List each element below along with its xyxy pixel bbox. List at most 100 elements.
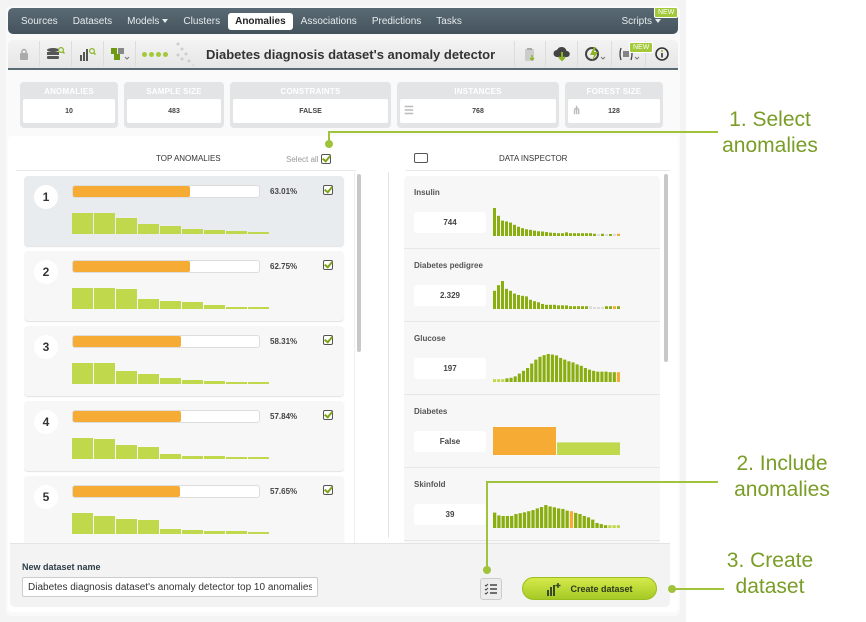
cloud-download-icon[interactable] [546, 41, 578, 67]
anomaly-score-bar [72, 260, 260, 273]
nav-clusters[interactable]: Clusters [176, 13, 227, 30]
importance-bar [160, 378, 181, 384]
histogram-bar [497, 379, 501, 382]
clipboard-download-icon[interactable] [514, 41, 546, 67]
histogram-bar [529, 229, 532, 236]
histogram-bar [541, 231, 544, 236]
anomaly-card[interactable]: 3 58.31% [24, 326, 344, 396]
histogram-bar [609, 306, 612, 309]
anomaly-card[interactable]: 2 62.75% [24, 251, 344, 321]
importance-bar [248, 532, 269, 534]
anomaly-feature-importance [72, 287, 269, 309]
anomaly-score-label: 57.84% [270, 412, 298, 421]
anomaly-card[interactable]: 4 57.84% [24, 401, 344, 471]
annotation-text: anomalies [722, 134, 818, 157]
inspector-field: Skinfold 39 [404, 468, 660, 541]
histogram-bar [593, 307, 596, 309]
importance-bar [204, 230, 225, 234]
new-badge: NEW [629, 42, 654, 53]
dataset-search-icon[interactable] [40, 41, 72, 67]
histogram-bar [557, 305, 560, 309]
stat-value: 483 [127, 99, 221, 123]
importance-bar [248, 232, 269, 234]
histogram-bar [545, 232, 548, 236]
importance-bar [116, 519, 137, 534]
inspector-list-icon[interactable] [414, 153, 428, 163]
data-inspector-header: DATA INSPECTOR [499, 154, 568, 163]
nav-models[interactable]: Models [120, 13, 175, 30]
importance-bar [72, 438, 93, 459]
importance-bar [160, 300, 181, 309]
annotation-step-1: 1. Select anomalies [700, 107, 840, 159]
importance-bar [248, 457, 269, 459]
anomaly-checkbox[interactable] [323, 410, 333, 420]
checklist-icon [484, 583, 497, 595]
lock-icon[interactable] [8, 41, 40, 67]
field-value: False [414, 431, 486, 452]
histogram-bar [612, 372, 616, 382]
select-all-checkbox[interactable] [321, 154, 332, 164]
anomaly-score-label: 62.75% [270, 262, 298, 271]
histogram-bar [538, 356, 542, 382]
histogram-bar [513, 376, 517, 382]
nav-sources[interactable]: Sources [14, 13, 65, 30]
histogram-bar [565, 232, 568, 236]
stat-constraints: CONSTRAINTS FALSE [230, 82, 391, 128]
histogram-bar [533, 301, 536, 309]
inspector-scrollbar[interactable] [664, 174, 668, 362]
anomaly-checkbox[interactable] [323, 485, 333, 495]
nav-datasets[interactable]: Datasets [66, 13, 119, 30]
histogram-bar [529, 299, 532, 309]
field-value: 744 [414, 212, 486, 233]
annotation-text: anomalies [734, 478, 830, 501]
importance-bar [94, 213, 115, 234]
anomaly-checkbox[interactable] [323, 260, 333, 270]
importance-bar [182, 301, 203, 309]
create-dataset-label: Create dataset [570, 583, 633, 594]
histogram-bar [577, 233, 580, 236]
create-dataset-bar: New dataset name Create dataset [10, 543, 670, 607]
nav-tasks[interactable]: Tasks [429, 13, 469, 30]
histogram-bar [537, 302, 540, 309]
histogram-bar [571, 362, 575, 382]
histogram-bar [613, 233, 616, 236]
histogram-bar [589, 306, 592, 309]
importance-bar [204, 530, 225, 534]
histogram-bar [537, 231, 540, 236]
histogram-bar [521, 295, 524, 309]
histogram-bar [573, 306, 576, 309]
nav-associations[interactable]: Associations [294, 13, 364, 30]
dataset-name-input[interactable] [22, 577, 318, 597]
importance-bar [138, 446, 159, 459]
histogram-bar [601, 233, 604, 236]
anomaly-score-fill [73, 486, 181, 497]
importance-bar [72, 513, 93, 534]
histogram-bar [527, 511, 531, 528]
nav-models-label: Models [127, 15, 160, 27]
nav-predictions[interactable]: Predictions [365, 13, 428, 30]
select-all-toggle[interactable]: Select all [286, 154, 332, 164]
progress-dots [136, 51, 174, 57]
annotation-line [486, 481, 718, 483]
histogram-bar [608, 372, 612, 382]
anomaly-checkbox[interactable] [323, 335, 333, 345]
dataset-name-label: New dataset name [22, 562, 101, 572]
anomaly-checkbox[interactable] [323, 185, 333, 195]
histogram-bar [493, 379, 497, 382]
model-search-icon[interactable] [72, 41, 104, 67]
importance-bar [160, 226, 181, 234]
annotation-step-3: 3. Create dataset [700, 548, 840, 600]
create-dataset-button[interactable]: Create dataset [522, 577, 657, 600]
histogram-bar [569, 233, 572, 236]
anomaly-card[interactable]: 5 57.65% [24, 476, 344, 544]
anomalies-scrollbar[interactable] [357, 174, 361, 352]
importance-bar [204, 456, 225, 459]
histogram-bar [616, 525, 620, 528]
anomaly-card[interactable]: 1 63.01% [24, 176, 344, 246]
batch-score-icon[interactable] [578, 41, 612, 67]
nav-anomalies[interactable]: Anomalies [228, 12, 293, 30]
histogram-bar [597, 234, 600, 236]
anomaly-score-icon[interactable] [104, 41, 136, 67]
chevron-down-icon [162, 18, 169, 23]
include-anomalies-button[interactable] [480, 578, 502, 600]
